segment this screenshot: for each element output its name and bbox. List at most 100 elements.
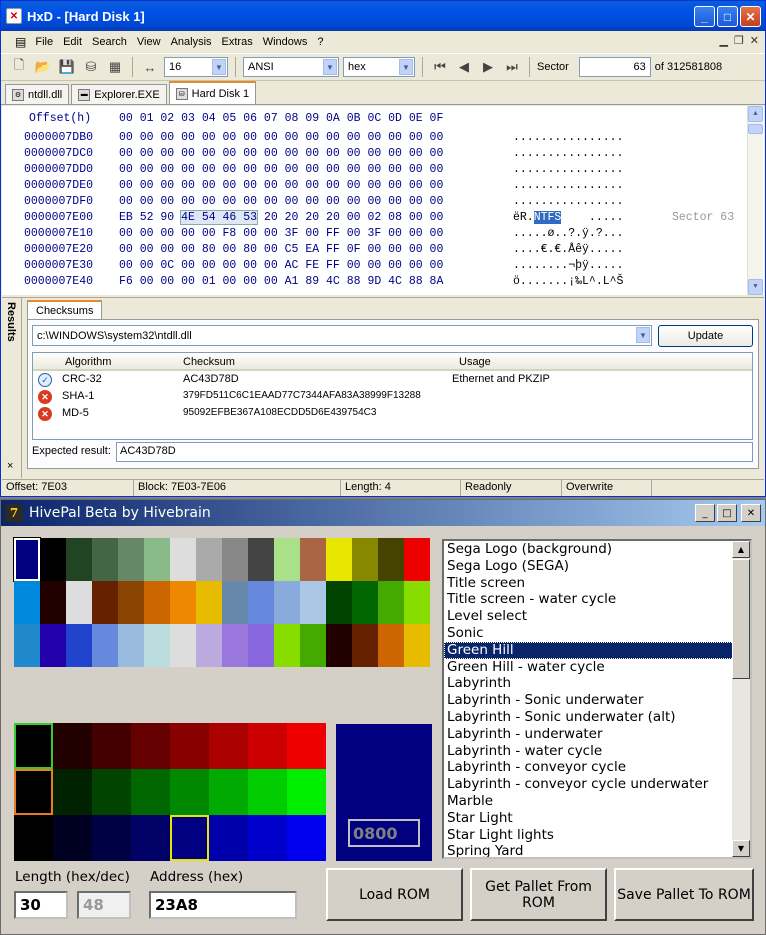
green-level-swatch[interactable] xyxy=(170,769,209,815)
list-item[interactable]: Star Light xyxy=(444,810,750,827)
list-item[interactable]: Labyrinth - conveyor cycle underwater xyxy=(444,776,750,793)
scroll-thumb[interactable] xyxy=(732,559,750,679)
scroll-down-icon[interactable]: ▼ xyxy=(748,279,763,295)
row-bytes[interactable]: 00 00 00 00 00 00 00 00 00 00 00 00 00 0… xyxy=(119,179,443,192)
menu-extras[interactable]: Extras xyxy=(217,36,258,48)
row-ascii[interactable]: ................ xyxy=(513,147,623,160)
minimize-button[interactable]: _ xyxy=(695,504,715,522)
palette-swatch[interactable] xyxy=(196,538,222,581)
selected-ascii[interactable]: NTFS xyxy=(533,211,562,224)
first-sector-icon[interactable]: ⏮ xyxy=(430,57,450,77)
list-item[interactable]: Labyrinth - conveyor cycle xyxy=(444,759,750,776)
blue-level-swatch[interactable] xyxy=(92,815,131,861)
row-bytes[interactable]: 00 00 00 00 00 00 00 00 00 00 00 00 00 0… xyxy=(119,147,443,160)
palette-swatch[interactable] xyxy=(326,538,352,581)
update-button[interactable]: Update xyxy=(658,325,753,347)
palette-swatch[interactable] xyxy=(118,538,144,581)
red-level-swatch[interactable] xyxy=(131,723,170,769)
hxd-titlebar[interactable]: ✕ HxD - [Hard Disk 1] _ □ ✕ xyxy=(1,1,765,31)
menu-view[interactable]: View xyxy=(132,36,166,48)
palette-swatch[interactable] xyxy=(144,624,170,667)
red-level-swatch[interactable] xyxy=(92,723,131,769)
palette-swatch[interactable] xyxy=(248,581,274,624)
row-ascii[interactable]: ëR.NTFS ..... xyxy=(513,211,623,224)
scroll-up-icon[interactable]: ▲ xyxy=(732,541,750,558)
menu-edit[interactable]: Edit xyxy=(58,36,87,48)
list-item[interactable]: Spring Yard xyxy=(444,843,750,857)
last-sector-icon[interactable]: ⏭ xyxy=(502,57,522,77)
bytes-per-row-select[interactable]: 16 ▼ xyxy=(164,57,228,77)
palette-swatch[interactable] xyxy=(40,624,66,667)
column-usage[interactable]: Usage xyxy=(459,356,491,368)
row-ascii[interactable]: ....€.€.Åêÿ..... xyxy=(513,243,623,256)
address-input[interactable]: 23A8 xyxy=(149,891,297,919)
palette-swatch[interactable] xyxy=(118,581,144,624)
scroll-down-icon[interactable]: ▼ xyxy=(732,840,750,857)
red-level-swatch[interactable] xyxy=(14,723,53,769)
open-ram-icon[interactable]: ▦ xyxy=(105,57,125,77)
table-row[interactable]: ✕ MD-5 95092EFBE367A108ECDD5D6E439754C3 xyxy=(33,405,752,422)
prev-sector-icon[interactable]: ◀ xyxy=(454,57,474,77)
palette-swatch[interactable] xyxy=(300,624,326,667)
column-algorithm[interactable]: Algorithm xyxy=(65,356,111,368)
list-item[interactable]: Labyrinth - water cycle xyxy=(444,743,750,760)
list-item[interactable]: Sega Logo (background) xyxy=(444,541,750,558)
tab-explorer[interactable]: ▬ Explorer.EXE xyxy=(71,84,167,104)
palette-swatch[interactable] xyxy=(144,538,170,581)
list-item[interactable]: Title screen xyxy=(444,575,750,592)
palette-swatch[interactable] xyxy=(300,581,326,624)
menu-search[interactable]: Search xyxy=(87,36,132,48)
palette-swatch[interactable] xyxy=(326,581,352,624)
menu-help[interactable]: ? xyxy=(312,36,328,48)
list-item[interactable]: Green Hill xyxy=(444,641,750,659)
blue-level-swatch[interactable] xyxy=(14,815,53,861)
list-item[interactable]: Labyrinth - Sonic underwater xyxy=(444,692,750,709)
expected-result-input[interactable]: AC43D78D xyxy=(116,442,753,462)
column-checksum[interactable]: Checksum xyxy=(183,356,235,368)
maximize-button[interactable]: □ xyxy=(717,504,737,522)
menu-file[interactable]: File xyxy=(30,36,58,48)
row-bytes[interactable]: 00 00 00 00 80 00 80 00 C5 EA FF 0F 00 0… xyxy=(119,243,443,256)
red-level-swatch[interactable] xyxy=(248,723,287,769)
palette-swatch[interactable] xyxy=(66,538,92,581)
palette-swatch[interactable] xyxy=(404,538,430,581)
mdi-restore-icon[interactable]: ❐ xyxy=(734,34,744,47)
palette-swatch[interactable] xyxy=(222,624,248,667)
row-ascii[interactable]: ........¬þÿ..... xyxy=(513,259,623,272)
open-folder-icon[interactable]: 📂 xyxy=(33,57,53,77)
row-bytes[interactable]: EB 52 90 4E 54 46 53 20 20 20 20 00 02 0… xyxy=(119,210,443,225)
blue-level-swatch[interactable] xyxy=(248,815,287,861)
palette-swatch[interactable] xyxy=(92,538,118,581)
blue-level-swatch[interactable] xyxy=(209,815,248,861)
row-bytes[interactable]: 00 00 0C 00 00 00 00 00 AC FE FF 00 00 0… xyxy=(119,259,443,272)
blue-level-swatch[interactable] xyxy=(170,815,209,861)
color-picker-grid[interactable] xyxy=(14,723,328,861)
results-close-icon[interactable]: × xyxy=(7,460,13,472)
tab-hard-disk-1[interactable]: ⛁ Hard Disk 1 xyxy=(168,81,257,104)
green-level-swatch[interactable] xyxy=(287,769,326,815)
palette-swatch[interactable] xyxy=(378,538,404,581)
blue-level-swatch[interactable] xyxy=(131,815,170,861)
green-level-swatch[interactable] xyxy=(53,769,92,815)
palette-swatch[interactable] xyxy=(378,624,404,667)
hex-editor[interactable]: Offset(h) 00 01 02 03 04 05 06 07 08 09 … xyxy=(2,106,764,295)
palette-swatch[interactable] xyxy=(378,581,404,624)
row-bytes[interactable]: 00 00 00 00 00 00 00 00 00 00 00 00 00 0… xyxy=(119,195,443,208)
load-rom-button[interactable]: Load ROM xyxy=(326,868,463,921)
palette-swatch[interactable] xyxy=(66,581,92,624)
red-level-swatch[interactable] xyxy=(170,723,209,769)
palette-swatch[interactable] xyxy=(66,624,92,667)
list-item[interactable]: Star Light lights xyxy=(444,827,750,844)
maximize-button[interactable]: □ xyxy=(717,6,738,27)
row-ascii[interactable]: ................ xyxy=(513,195,623,208)
palette-swatch[interactable] xyxy=(248,624,274,667)
palette-swatch[interactable] xyxy=(14,624,40,667)
row-ascii[interactable]: ................ xyxy=(513,179,623,192)
close-button[interactable]: ✕ xyxy=(741,504,761,522)
blue-level-swatch[interactable] xyxy=(287,815,326,861)
table-row[interactable]: ✕ SHA-1 379FD511C6C1EAAD77C7344AFA83A389… xyxy=(33,388,752,405)
row-bytes[interactable]: 00 00 00 00 00 00 00 00 00 00 00 00 00 0… xyxy=(119,131,443,144)
palette-swatch[interactable] xyxy=(170,581,196,624)
green-level-swatch[interactable] xyxy=(92,769,131,815)
palette-swatch[interactable] xyxy=(326,624,352,667)
